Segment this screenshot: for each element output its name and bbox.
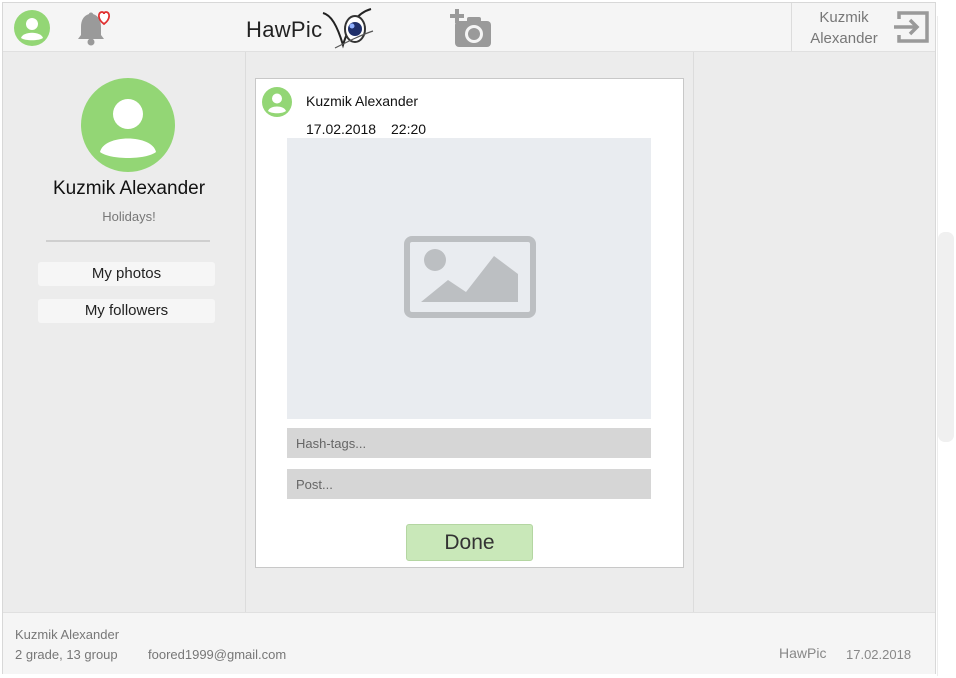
- post-time: 22:20: [391, 121, 427, 137]
- footer-name: Kuzmik Alexander: [15, 627, 120, 642]
- footer-email[interactable]: foored1999@gmail.com: [148, 647, 286, 662]
- footer-grade: 2 grade, 13 group: [15, 647, 118, 662]
- user-avatar-icon: [81, 78, 175, 172]
- image-placeholder-icon: [404, 236, 536, 318]
- header-divider: [791, 3, 792, 51]
- scrollbar-thumb[interactable]: [938, 232, 954, 442]
- profile-sidebar: Kuzmik Alexander Holidays! My photos My …: [3, 52, 246, 612]
- app-window: HawPic Kuzmik Alexander Kuzmik Alexander…: [2, 2, 936, 674]
- user-circle-icon[interactable]: [14, 10, 50, 46]
- sign-out-icon[interactable]: [893, 10, 931, 44]
- footer-brand: HawPic: [779, 645, 827, 661]
- my-followers-button[interactable]: My followers: [38, 299, 215, 323]
- bell-heart-icon[interactable]: [73, 9, 113, 47]
- post-author: Kuzmik Alexander: [306, 93, 419, 109]
- photo-upload-area[interactable]: [287, 138, 651, 419]
- post-date: 17.02.2018: [306, 121, 377, 137]
- new-post-card: Kuzmik Alexander 17.02.2018 22:20 Done: [255, 78, 684, 568]
- logo-text[interactable]: HawPic: [246, 17, 322, 43]
- header-user-first: Kuzmik: [819, 9, 869, 26]
- top-bar: HawPic Kuzmik Alexander: [3, 3, 935, 52]
- author-avatar-icon: [262, 87, 292, 117]
- post-text-input[interactable]: [287, 469, 651, 499]
- done-button[interactable]: Done: [406, 524, 533, 561]
- my-photos-button[interactable]: My photos: [38, 262, 215, 286]
- footer-date: 17.02.2018: [846, 647, 912, 662]
- header-user-last: Alexander: [810, 30, 878, 47]
- header-user-name[interactable]: Kuzmik Alexander: [799, 7, 889, 49]
- right-column-divider: [693, 52, 694, 612]
- camera-plus-icon[interactable]: [449, 9, 493, 49]
- profile-name: Kuzmik Alexander: [52, 178, 206, 199]
- profile-status: Holidays!: [102, 209, 156, 224]
- footer: Kuzmik Alexander 2 grade, 13 group foore…: [3, 612, 935, 674]
- sidebar-divider: [46, 240, 210, 242]
- hashtags-input[interactable]: [287, 428, 651, 458]
- logo-eye-icon: [322, 8, 374, 49]
